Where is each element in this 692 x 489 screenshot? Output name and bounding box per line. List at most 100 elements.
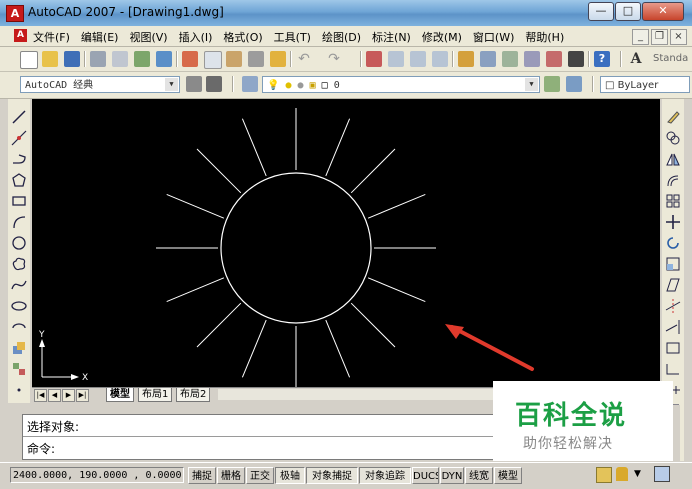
drawing-canvas[interactable]: Y X bbox=[32, 99, 660, 388]
tab-model[interactable]: 模型 bbox=[106, 388, 134, 402]
match-properties-icon[interactable] bbox=[248, 51, 264, 67]
workspace-settings-icon[interactable] bbox=[186, 76, 202, 92]
layer-manager-icon[interactable] bbox=[242, 76, 258, 92]
line-icon[interactable] bbox=[11, 109, 27, 125]
extend-icon[interactable] bbox=[665, 319, 681, 335]
mdi-minimize-button[interactable]: _ bbox=[632, 29, 649, 45]
make-block-icon[interactable] bbox=[11, 361, 27, 377]
point-icon[interactable] bbox=[11, 382, 27, 398]
workspace-combo[interactable]: AutoCAD 经典 ▼ bbox=[20, 76, 180, 93]
color-combo[interactable]: □ ByLayer bbox=[600, 76, 690, 93]
help-icon[interactable]: ? bbox=[594, 51, 610, 67]
tab-layout2[interactable]: 布局2 bbox=[176, 388, 211, 402]
command-prompt[interactable]: 命令: bbox=[27, 440, 55, 457]
menu-window[interactable]: 窗口(W) bbox=[473, 29, 514, 45]
cut-icon[interactable] bbox=[182, 51, 198, 67]
design-center-icon[interactable] bbox=[480, 51, 496, 67]
chevron-down-icon[interactable]: ▼ bbox=[525, 78, 538, 91]
last-tab-icon[interactable]: ▶| bbox=[76, 389, 89, 402]
layer-previous-icon[interactable] bbox=[566, 76, 582, 92]
plot-preview-icon[interactable] bbox=[112, 51, 128, 67]
sheet-set-icon[interactable] bbox=[524, 51, 540, 67]
calculator-icon[interactable] bbox=[568, 51, 584, 67]
document-icon[interactable]: A bbox=[14, 29, 27, 42]
prev-tab-icon[interactable]: ◀ bbox=[48, 389, 61, 402]
zoom-previous-icon[interactable] bbox=[432, 51, 448, 67]
paste-icon[interactable] bbox=[226, 51, 242, 67]
menu-insert[interactable]: 插入(I) bbox=[179, 29, 213, 45]
copy-icon[interactable] bbox=[204, 51, 222, 69]
offset-icon[interactable] bbox=[665, 172, 681, 188]
polygon-icon[interactable] bbox=[11, 172, 27, 188]
pan-icon[interactable] bbox=[366, 51, 382, 67]
first-tab-icon[interactable]: |◀ bbox=[34, 389, 47, 402]
scale-icon[interactable] bbox=[665, 256, 681, 272]
menu-view[interactable]: 视图(V) bbox=[129, 29, 167, 45]
text-style-combo[interactable]: Standa bbox=[653, 53, 688, 64]
make-current-layer-icon[interactable] bbox=[544, 76, 560, 92]
rectangle-icon[interactable] bbox=[11, 193, 27, 209]
construction-line-icon[interactable] bbox=[11, 130, 27, 146]
zoom-realtime-icon[interactable] bbox=[388, 51, 404, 67]
polar-toggle[interactable]: 极轴 bbox=[275, 467, 305, 484]
ducs-toggle[interactable]: DUCS bbox=[412, 467, 439, 484]
mirror-icon[interactable] bbox=[665, 151, 681, 167]
array-icon[interactable] bbox=[665, 193, 681, 209]
markup-icon[interactable] bbox=[546, 51, 562, 67]
3d-dwf-icon[interactable] bbox=[156, 51, 172, 67]
tab-layout1[interactable]: 布局1 bbox=[138, 388, 173, 402]
copy-object-icon[interactable] bbox=[665, 130, 681, 146]
mdi-close-button[interactable]: × bbox=[670, 29, 687, 45]
grid-toggle[interactable]: 栅格 bbox=[217, 467, 245, 484]
open-file-icon[interactable] bbox=[42, 51, 58, 67]
ortho-toggle[interactable]: 正交 bbox=[246, 467, 274, 484]
stretch-icon[interactable] bbox=[665, 277, 681, 293]
menu-dimension[interactable]: 标注(N) bbox=[372, 29, 411, 45]
tool-palettes-icon[interactable] bbox=[502, 51, 518, 67]
menu-modify[interactable]: 修改(M) bbox=[422, 29, 462, 45]
ellipse-arc-icon[interactable] bbox=[11, 319, 27, 335]
menu-file[interactable]: 文件(F) bbox=[33, 29, 70, 45]
polyline-icon[interactable] bbox=[11, 151, 27, 167]
menu-draw[interactable]: 绘图(D) bbox=[322, 29, 361, 45]
move-icon[interactable] bbox=[665, 214, 681, 230]
new-file-icon[interactable] bbox=[20, 51, 38, 69]
status-menu-chevron-icon[interactable]: ▼ bbox=[634, 469, 641, 479]
next-tab-icon[interactable]: ▶ bbox=[62, 389, 75, 402]
redo-icon[interactable]: ↷ bbox=[326, 51, 342, 67]
osnap-toggle[interactable]: 对象捕捉 bbox=[306, 467, 358, 484]
print-icon[interactable] bbox=[90, 51, 106, 67]
menu-help[interactable]: 帮助(H) bbox=[525, 29, 564, 45]
erase-icon[interactable] bbox=[665, 109, 681, 125]
save-workspace-icon[interactable] bbox=[206, 76, 222, 92]
toolbar-lock-icon[interactable] bbox=[616, 467, 628, 481]
menu-format[interactable]: 格式(O) bbox=[223, 29, 262, 45]
minimize-button[interactable]: — bbox=[588, 2, 614, 21]
properties-icon[interactable] bbox=[458, 51, 474, 67]
block-editor-icon[interactable] bbox=[270, 51, 286, 67]
otrack-toggle[interactable]: 对象追踪 bbox=[359, 467, 411, 484]
join-icon[interactable] bbox=[665, 361, 681, 377]
clean-screen-icon[interactable] bbox=[654, 466, 670, 482]
ellipse-icon[interactable] bbox=[11, 298, 27, 314]
communication-center-icon[interactable] bbox=[596, 467, 612, 483]
model-space-toggle[interactable]: 模型 bbox=[494, 467, 522, 484]
lineweight-toggle[interactable]: 线宽 bbox=[465, 467, 493, 484]
close-button[interactable]: ✕ bbox=[642, 2, 684, 21]
trim-icon[interactable] bbox=[665, 298, 681, 314]
break-icon[interactable] bbox=[665, 340, 681, 356]
arc-icon[interactable] bbox=[11, 214, 27, 230]
spline-icon[interactable] bbox=[11, 277, 27, 293]
mdi-restore-button[interactable]: ❐ bbox=[651, 29, 668, 45]
text-style-icon[interactable]: A bbox=[628, 51, 644, 67]
zoom-window-icon[interactable] bbox=[410, 51, 426, 67]
snap-toggle[interactable]: 捕捉 bbox=[188, 467, 216, 484]
chevron-down-icon[interactable]: ▼ bbox=[165, 78, 178, 91]
undo-icon[interactable]: ↶ bbox=[296, 51, 312, 67]
dyn-toggle[interactable]: DYN bbox=[440, 467, 464, 484]
circle-icon[interactable] bbox=[11, 235, 27, 251]
layer-combo[interactable]: 💡 ● ● ▣ □ 0 ▼ bbox=[262, 76, 540, 93]
save-icon[interactable] bbox=[64, 51, 80, 67]
rotate-icon[interactable] bbox=[665, 235, 681, 251]
menu-tools[interactable]: 工具(T) bbox=[274, 29, 311, 45]
